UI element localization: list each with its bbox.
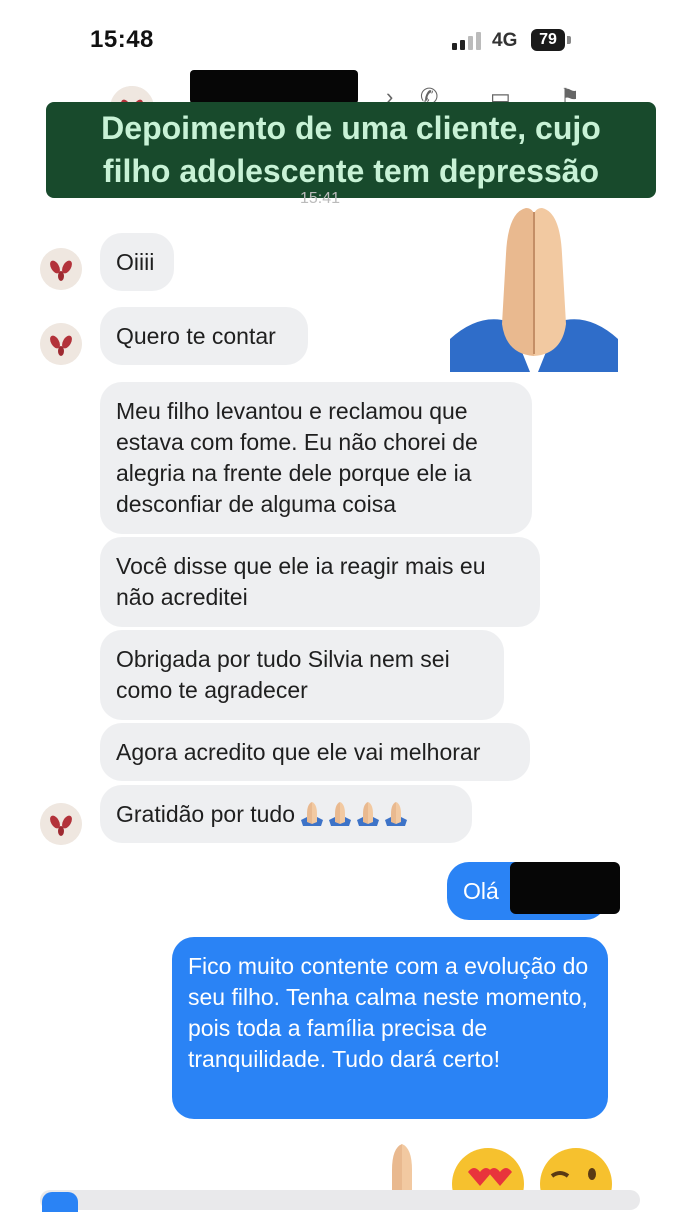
battery-icon: 79	[531, 29, 565, 51]
redacted-contact-name	[190, 70, 358, 104]
message-text: Gratidão por tudo	[116, 801, 296, 827]
message-bubble-outgoing[interactable]: Fico muito contente com a evolução do se…	[172, 937, 608, 1119]
sender-avatar[interactable]	[40, 323, 82, 365]
praying-hands-icon	[450, 208, 618, 372]
banner-line-1: Depoimento de uma cliente, cujo	[101, 110, 601, 146]
message-bubble-incoming[interactable]: Gratidão por tudo	[100, 785, 472, 843]
banner-line-2: filho adolescente tem depressão	[102, 153, 600, 189]
message-bubble-incoming[interactable]: Você disse que ele ia reagir mais eu não…	[100, 537, 540, 627]
message-composer[interactable]	[40, 1190, 640, 1210]
camera-icon[interactable]	[42, 1192, 78, 1212]
praying-hands-icon	[301, 802, 408, 826]
redacted-name	[510, 862, 620, 914]
message-text: Olá	[463, 878, 499, 904]
message-timestamp: 15:41	[300, 190, 341, 207]
signal-icon	[452, 32, 486, 50]
sender-avatar[interactable]	[40, 803, 82, 845]
sender-avatar[interactable]	[40, 248, 82, 290]
status-time: 15:48	[90, 26, 154, 53]
network-label: 4G	[492, 30, 518, 51]
message-bubble-incoming[interactable]: Quero te contar	[100, 307, 308, 365]
testimonial-banner: Depoimento de uma cliente, cujo filho ad…	[46, 102, 656, 198]
message-bubble-incoming[interactable]: Oiiii	[100, 233, 174, 291]
message-bubble-incoming[interactable]: Agora acredito que ele vai melhorar	[100, 723, 530, 781]
message-bubble-incoming[interactable]: Obrigada por tudo Silvia nem sei como te…	[100, 630, 504, 720]
battery-tip	[567, 36, 571, 44]
message-bubble-incoming[interactable]: Meu filho levantou e reclamou que estava…	[100, 382, 532, 534]
